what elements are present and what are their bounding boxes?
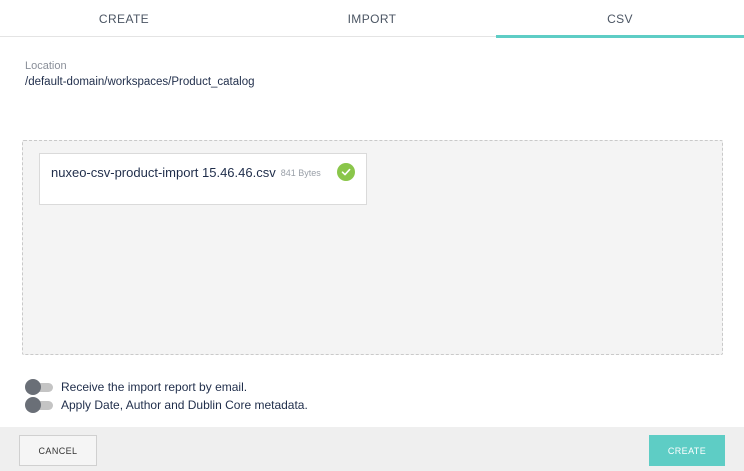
location-section: Location /default-domain/workspaces/Prod… [25, 60, 255, 88]
option-email-report: Receive the import report by email. [25, 379, 247, 395]
file-size: 841 Bytes [280, 168, 321, 178]
email-report-toggle[interactable] [25, 379, 55, 395]
check-circle-icon [336, 163, 355, 181]
file-dropzone[interactable]: nuxeo-csv-product-import 15.46.46.csv 84… [22, 140, 723, 355]
email-report-label: Receive the import report by email. [61, 380, 248, 394]
location-path: /default-domain/workspaces/Product_catal… [25, 76, 255, 88]
tab-import[interactable]: IMPORT [248, 0, 496, 37]
dialog-footer: CANCEL CREATE [0, 427, 744, 471]
dublin-core-toggle[interactable] [25, 397, 55, 413]
tab-create[interactable]: CREATE [0, 0, 248, 37]
option-dublin-core: Apply Date, Author and Dublin Core metad… [25, 397, 308, 413]
location-label: Location [25, 60, 67, 72]
dublin-core-label: Apply Date, Author and Dublin Core metad… [61, 398, 308, 412]
file-name: nuxeo-csv-product-import 15.46.46.csv [51, 164, 276, 180]
tab-bar: CREATE IMPORT CSV [0, 0, 744, 38]
tab-csv[interactable]: CSV [496, 0, 744, 38]
uploaded-file-card: nuxeo-csv-product-import 15.46.46.csv 84… [39, 153, 367, 205]
create-button[interactable]: CREATE [649, 435, 725, 466]
cancel-button[interactable]: CANCEL [19, 435, 97, 466]
